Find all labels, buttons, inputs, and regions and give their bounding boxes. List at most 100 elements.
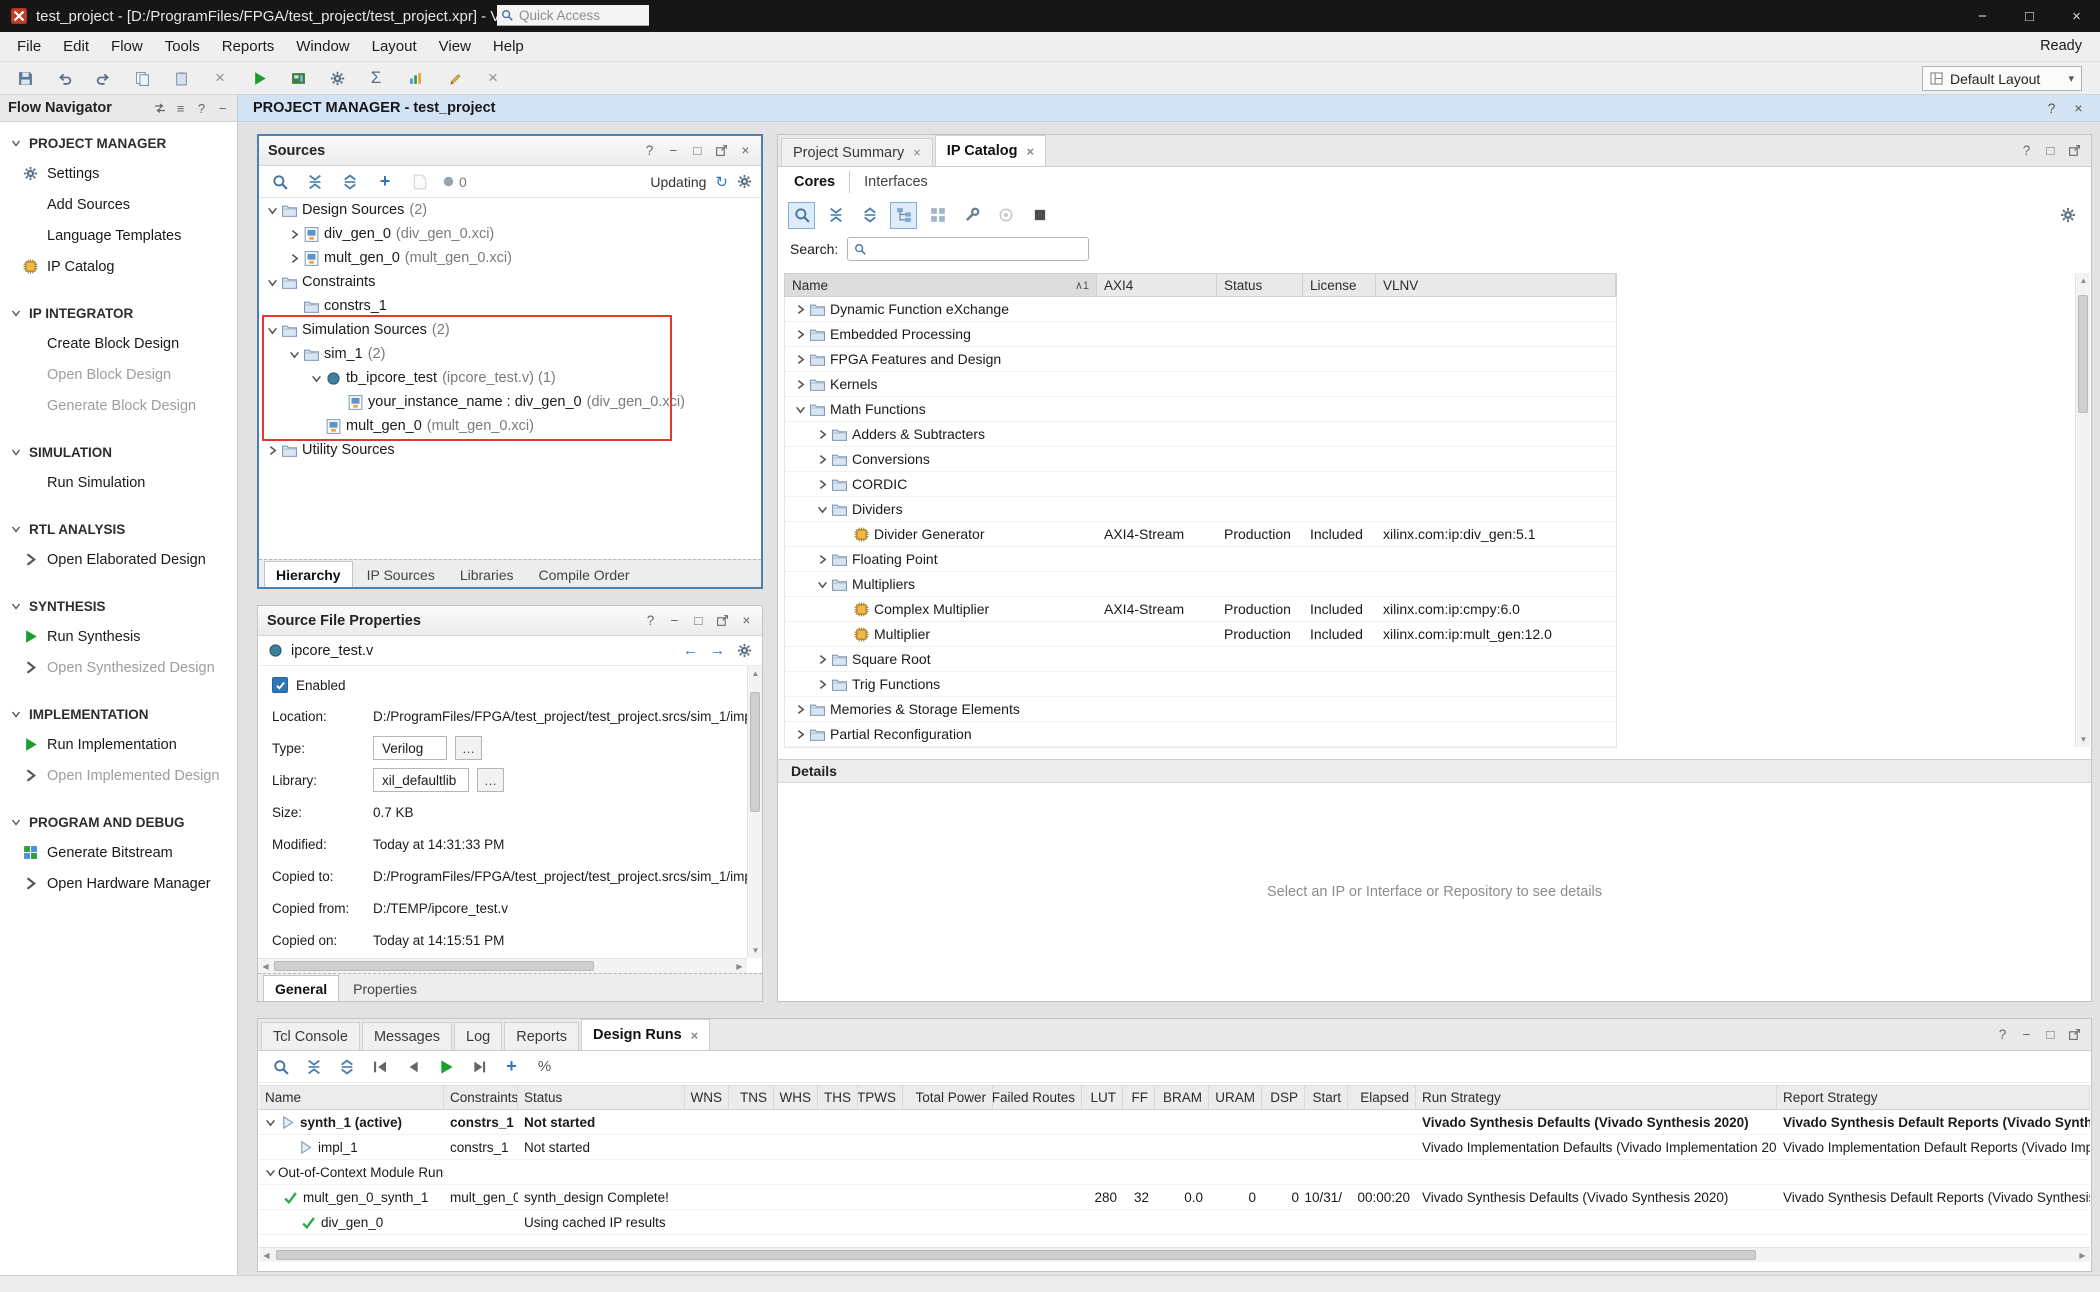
chevron-down-icon[interactable] (793, 404, 808, 415)
flow-section-header-implementation[interactable]: IMPLEMENTATION (0, 699, 237, 729)
tree-item-utility-sources[interactable]: Utility Sources (259, 438, 761, 462)
tree-item-design-sources[interactable]: Design Sources(2) (259, 198, 761, 222)
chevron-down-icon[interactable] (287, 349, 302, 360)
tab-ip-catalog[interactable]: IP Catalog× (935, 135, 1046, 166)
column-header-whs[interactable]: WHS (774, 1086, 818, 1109)
help-button[interactable]: ? (644, 613, 657, 628)
copy-button[interactable] (129, 65, 155, 91)
scroll-thumb[interactable] (2078, 295, 2088, 413)
help-button[interactable]: ? (195, 101, 208, 116)
menu-flow[interactable]: Flow (100, 34, 154, 59)
minimize-button[interactable]: − (667, 143, 680, 158)
catalog-row-trig-functions[interactable]: Trig Functions (785, 672, 1616, 697)
float-button[interactable] (2068, 144, 2081, 157)
tree-item-simulation-sources[interactable]: Simulation Sources(2) (259, 318, 761, 342)
tab-tcl-console[interactable]: Tcl Console (261, 1022, 360, 1050)
tab-close-icon[interactable]: × (1026, 144, 1034, 159)
save-button[interactable] (12, 65, 38, 91)
tree-item-your-instance-name-div-gen-0[interactable]: your_instance_name : div_gen_0(div_gen_0… (259, 390, 761, 414)
tab-properties[interactable]: Properties (342, 977, 428, 1001)
minimize-button[interactable]: − (216, 101, 229, 116)
step-forward-button[interactable] (466, 1054, 491, 1079)
flow-item-language-templates[interactable]: Language Templates (0, 220, 237, 251)
close-button[interactable]: × (740, 613, 753, 628)
flow-item-generate-bitstream[interactable]: Generate Bitstream (0, 837, 237, 868)
tab-close-icon[interactable]: × (913, 145, 921, 160)
search-button[interactable] (268, 170, 292, 194)
chevron-right-icon[interactable] (815, 679, 830, 690)
tab-project-summary[interactable]: Project Summary× (781, 138, 933, 166)
chevron-right-icon[interactable] (265, 445, 280, 456)
tree-item-constrs-1[interactable]: constrs_1 (259, 294, 761, 318)
undo-button[interactable] (51, 65, 77, 91)
file-button[interactable] (408, 170, 432, 194)
maximize-button[interactable]: □ (2006, 0, 2053, 32)
flow-item-run-implementation[interactable]: Run Implementation (0, 729, 237, 760)
column-header-lut[interactable]: LUT (1082, 1086, 1123, 1109)
run-button[interactable] (433, 1054, 458, 1079)
scroll-thumb[interactable] (274, 961, 594, 971)
column-header-constraints[interactable]: Constraints (444, 1086, 518, 1109)
column-header-axi4[interactable]: AXI4 (1097, 274, 1217, 296)
tree-item-mult-gen-0[interactable]: mult_gen_0(mult_gen_0.xci) (259, 246, 761, 270)
column-header-tpws[interactable]: TPWS (858, 1086, 903, 1109)
close-button[interactable]: × (2053, 0, 2100, 32)
tree-item-constraints[interactable]: Constraints (259, 270, 761, 294)
step-back-button[interactable] (400, 1054, 425, 1079)
catalog-row-dividers[interactable]: Dividers (785, 497, 1616, 522)
flow-section-header-synthesis[interactable]: SYNTHESIS (0, 591, 237, 621)
column-header-vlnv[interactable]: VLNV (1376, 274, 1616, 296)
catalog-row-partial-reconfiguration[interactable]: Partial Reconfiguration (785, 722, 1616, 747)
minimize-button[interactable]: − (1959, 0, 2006, 32)
column-header-total-power[interactable]: Total Power (903, 1086, 993, 1109)
forward-button[interactable]: → (710, 642, 725, 659)
float-button[interactable] (716, 614, 729, 627)
catalog-row-fpga-features-and-design[interactable]: FPGA Features and Design (785, 347, 1616, 372)
column-header-name[interactable]: Name∧1 (785, 274, 1097, 296)
expand-all-button[interactable] (334, 1054, 359, 1079)
run-row-impl-1[interactable]: impl_1constrs_1Not startedVivado Impleme… (259, 1135, 2090, 1160)
properties-settings-button[interactable] (737, 643, 752, 658)
help-button[interactable]: ? (2020, 143, 2033, 158)
flow-item-ip-catalog[interactable]: IP Catalog (0, 251, 237, 282)
chevron-right-icon[interactable] (287, 253, 302, 264)
chevron-down-icon[interactable] (309, 373, 324, 384)
scroll-down-arrow[interactable]: ▼ (2076, 732, 2091, 747)
menu-window[interactable]: Window (285, 34, 360, 59)
collapse-all-button[interactable] (303, 170, 327, 194)
type-combo[interactable]: Verilog (373, 736, 447, 760)
library-input[interactable] (373, 768, 469, 792)
collapse-all-button[interactable] (301, 1054, 326, 1079)
tab-ip-sources[interactable]: IP Sources (356, 563, 446, 587)
catalog-row-memories-storage-elements[interactable]: Memories & Storage Elements (785, 697, 1616, 722)
menu-tools[interactable]: Tools (154, 34, 211, 59)
close-button[interactable]: × (739, 143, 752, 158)
help-button[interactable]: ? (643, 143, 656, 158)
minimize-button[interactable]: − (668, 613, 681, 628)
column-header-ff[interactable]: FF (1123, 1086, 1155, 1109)
flow-section-header-project-manager[interactable]: PROJECT MANAGER (0, 128, 237, 158)
catalog-row-dynamic-function-exchange[interactable]: Dynamic Function eXchange (785, 297, 1616, 322)
chevron-right-icon[interactable] (793, 729, 808, 740)
flow-item-run-simulation[interactable]: Run Simulation (0, 467, 237, 498)
chevron-down-icon[interactable] (263, 1167, 278, 1178)
wrench-button[interactable] (958, 202, 985, 229)
column-header-status[interactable]: Status (1217, 274, 1303, 296)
tree-item-tb-ipcore-test[interactable]: tb_ipcore_test(ipcore_test.v) (1) (259, 366, 761, 390)
dock-button[interactable] (153, 101, 166, 116)
menu-reports[interactable]: Reports (211, 34, 286, 59)
chevron-right-icon[interactable] (815, 479, 830, 490)
chevron-down-icon[interactable] (265, 277, 280, 288)
column-header-license[interactable]: License (1303, 274, 1376, 296)
scroll-right-arrow[interactable]: ▶ (732, 959, 747, 974)
column-header-status[interactable]: Status (518, 1086, 685, 1109)
run-button[interactable] (246, 65, 272, 91)
chevron-down-icon[interactable] (265, 325, 280, 336)
menu-view[interactable]: View (428, 34, 482, 59)
menu-button[interactable]: ≡ (174, 101, 187, 116)
column-header-ths[interactable]: THS (818, 1086, 858, 1109)
column-header-bram[interactable]: BRAM (1155, 1086, 1209, 1109)
catalog-row-kernels[interactable]: Kernels (785, 372, 1616, 397)
tab-libraries[interactable]: Libraries (449, 563, 525, 587)
group-button[interactable] (924, 202, 951, 229)
